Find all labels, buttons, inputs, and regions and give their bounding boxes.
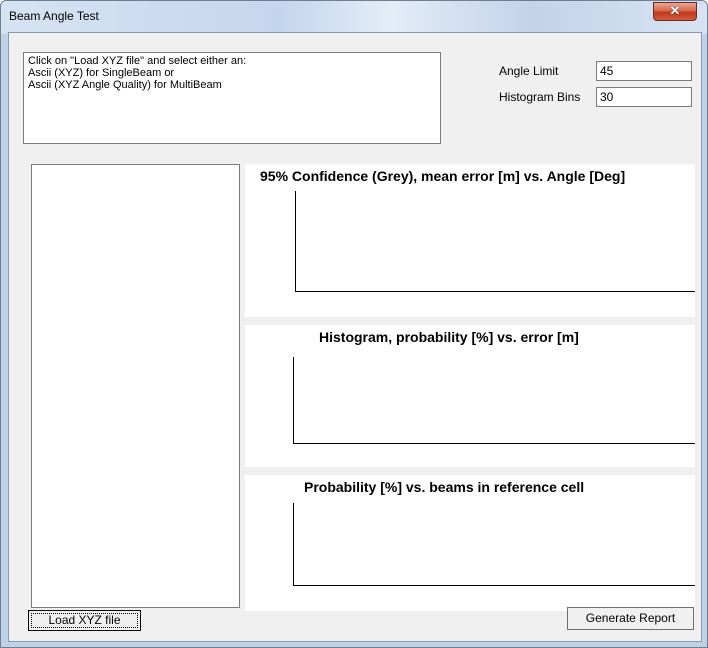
histogram-plot-title: Histogram, probability [%] vs. error [m] xyxy=(319,329,579,345)
close-button[interactable]: ✕ xyxy=(653,2,697,21)
confidence-plot-title: 95% Confidence (Grey), mean error [m] vs… xyxy=(260,168,626,184)
window-title: Beam Angle Test xyxy=(9,9,99,23)
instruction-line: Click on "Load XYZ file" and select eith… xyxy=(28,55,247,67)
probability-plot-y-axis xyxy=(293,503,294,586)
generate-report-button[interactable]: Generate Report xyxy=(567,607,694,630)
confidence-plot: 95% Confidence (Grey), mean error [m] vs… xyxy=(245,164,695,317)
histogram-bins-input[interactable] xyxy=(596,87,692,107)
app-window: Beam Angle Test ✕ Click on "Load XYZ fil… xyxy=(0,0,708,648)
file-list[interactable] xyxy=(31,164,240,608)
instruction-line: Ascii (XYZ) for SingleBeam or xyxy=(28,67,175,79)
instruction-line: Ascii (XYZ Angle Quality) for MultiBeam xyxy=(28,79,222,91)
instructions-box: Click on "Load XYZ file" and select eith… xyxy=(23,52,441,144)
probability-plot-x-axis xyxy=(293,585,695,586)
probability-plot-title: Probability [%] vs. beams in reference c… xyxy=(304,479,585,495)
angle-limit-label: Angle Limit xyxy=(499,64,559,78)
histogram-plot-y-axis xyxy=(293,357,294,444)
load-xyz-file-button[interactable]: Load XYZ file xyxy=(28,610,141,631)
histogram-bins-label: Histogram Bins xyxy=(499,90,581,104)
dialog-client-area: Click on "Load XYZ file" and select eith… xyxy=(8,32,702,642)
title-bar[interactable]: Beam Angle Test ✕ xyxy=(1,1,707,33)
histogram-plot-x-axis xyxy=(293,443,695,444)
close-icon: ✕ xyxy=(669,3,681,18)
confidence-plot-x-axis xyxy=(295,291,695,292)
histogram-plot: Histogram, probability [%] vs. error [m] xyxy=(245,325,695,467)
probability-plot: Probability [%] vs. beams in reference c… xyxy=(245,475,695,611)
confidence-plot-y-axis xyxy=(295,191,296,292)
angle-limit-input[interactable] xyxy=(596,61,692,81)
